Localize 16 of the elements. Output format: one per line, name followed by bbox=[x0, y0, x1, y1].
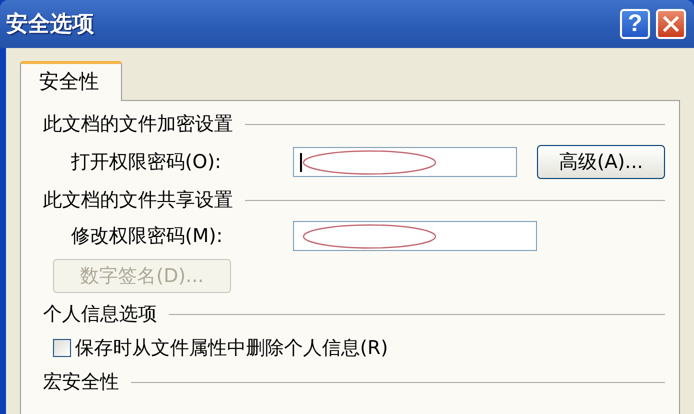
section-heading: 此文档的文件加密设置 bbox=[43, 112, 233, 137]
advanced-button[interactable]: 高级(A)... bbox=[537, 145, 665, 179]
checkbox[interactable] bbox=[53, 339, 71, 357]
field-label: 修改权限密码(M): bbox=[71, 224, 224, 249]
checkbox-label: 保存时从文件属性中删除个人信息(R) bbox=[75, 336, 388, 361]
help-button[interactable]: ? bbox=[620, 9, 650, 39]
password-field[interactable] bbox=[293, 147, 518, 177]
close-icon bbox=[662, 15, 680, 33]
section-heading: 宏安全性 bbox=[43, 370, 119, 395]
tab[interactable]: 安全性 bbox=[20, 61, 122, 101]
password-field[interactable] bbox=[293, 221, 537, 251]
window-title: 安全选项 bbox=[6, 10, 95, 39]
section-heading: 此文档的文件共享设置 bbox=[43, 188, 233, 213]
field-label: 打开权限密码(O): bbox=[71, 150, 222, 175]
close-button[interactable] bbox=[656, 9, 686, 39]
section-heading: 个人信息选项 bbox=[43, 302, 157, 327]
